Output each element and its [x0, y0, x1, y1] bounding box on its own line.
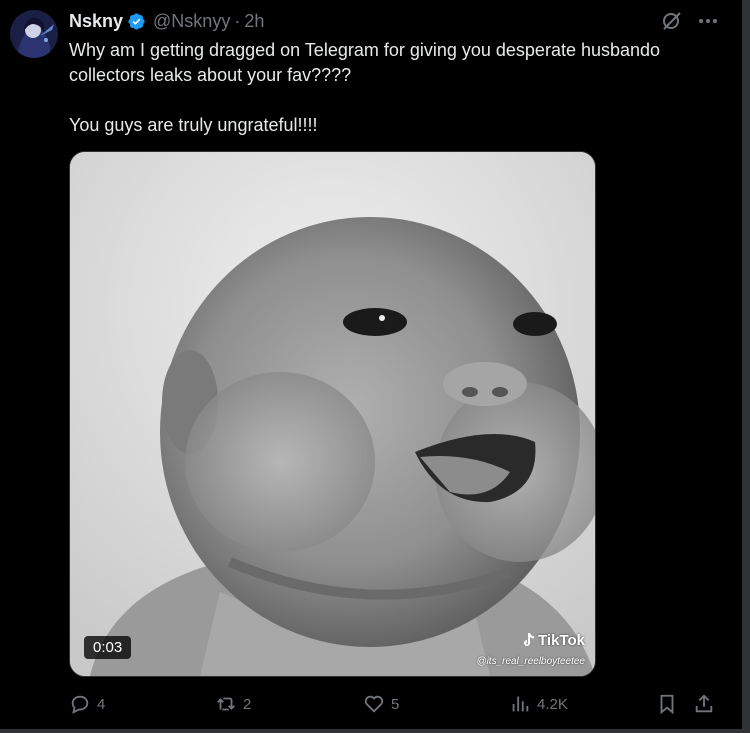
- separator-dot: ·: [234, 10, 241, 31]
- repost-count: 2: [243, 695, 252, 713]
- repost-button[interactable]: 2: [215, 692, 251, 716]
- post-text: Why am I getting dragged on Telegram for…: [69, 38, 719, 138]
- bookmark-button[interactable]: [656, 692, 678, 716]
- reply-count: 4: [97, 695, 106, 713]
- window-edge-right: [742, 0, 750, 733]
- reply-icon: [71, 695, 89, 714]
- tiktok-icon: [524, 632, 535, 646]
- views-icon: [512, 696, 529, 712]
- tiktok-username: @its_real_reelboyteetee: [476, 656, 585, 667]
- verified-badge-icon: [127, 12, 146, 31]
- more-icon[interactable]: [696, 9, 720, 33]
- bookmark-icon: [660, 694, 674, 715]
- user-handle[interactable]: @Nsknyy: [153, 11, 230, 32]
- post-text-line2: You guys are truly ungrateful!!!!: [69, 115, 318, 135]
- video-duration: 0:03: [84, 636, 132, 659]
- video-player[interactable]: 0:03 TikTok @its_real_reelboyteetee: [69, 151, 596, 677]
- avatar[interactable]: [10, 10, 58, 58]
- video-frame-image: [70, 152, 595, 676]
- post-header: Nskny @Nsknyy · 2h: [69, 10, 264, 32]
- views-count: 4.2K: [537, 695, 568, 713]
- grok-icon[interactable]: [660, 9, 684, 33]
- tiktok-label: TikTok: [538, 632, 585, 649]
- like-button[interactable]: 5: [363, 692, 399, 716]
- action-bar: 4 2 5 4.2K: [69, 692, 719, 716]
- share-button[interactable]: [693, 692, 715, 716]
- heart-icon: [364, 695, 384, 713]
- reply-button[interactable]: 4: [69, 692, 105, 716]
- views-button[interactable]: 4.2K: [509, 692, 568, 716]
- window-edge-bottom: [0, 729, 750, 733]
- avatar-image: [10, 10, 58, 58]
- display-name[interactable]: Nskny: [69, 11, 123, 32]
- repost-icon: [217, 697, 235, 711]
- tiktok-watermark: TikTok: [521, 632, 585, 649]
- like-count: 5: [391, 695, 400, 713]
- post-text-line1: Why am I getting dragged on Telegram for…: [69, 40, 661, 85]
- post-timestamp[interactable]: 2h: [244, 11, 264, 32]
- share-icon: [695, 694, 713, 713]
